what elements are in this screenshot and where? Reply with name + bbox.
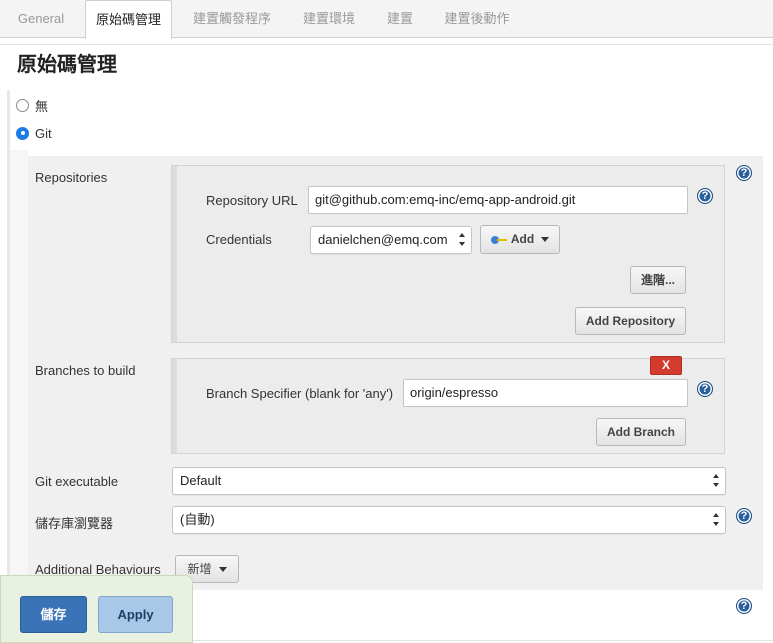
- credentials-value: danielchen@emq.com: [318, 232, 448, 247]
- radio-git[interactable]: [16, 126, 29, 140]
- tab-general[interactable]: General: [0, 0, 82, 38]
- select-arrows-icon: [713, 513, 719, 527]
- git-executable-value: Default: [180, 473, 222, 488]
- add-branch-button[interactable]: Add Branch: [596, 418, 686, 446]
- scm-option-none[interactable]: 無: [16, 95, 48, 115]
- radio-none[interactable]: [16, 98, 29, 112]
- git-executable-select[interactable]: Default: [172, 467, 726, 495]
- credentials-select[interactable]: danielchen@emq.com: [310, 226, 472, 254]
- help-icon-branch-specifier[interactable]: ?: [697, 381, 713, 397]
- tab-post-build[interactable]: 建置後動作: [434, 0, 520, 38]
- tab-bar: General 原始碼管理 建置觸發程序 建置環境 建置 建置後動作: [0, 0, 773, 39]
- branch-specifier-input[interactable]: origin/espresso: [403, 379, 688, 407]
- tab-scm[interactable]: 原始碼管理: [85, 0, 172, 39]
- bottom-strip: [193, 590, 773, 643]
- branch-box-bar: [172, 359, 177, 453]
- repo-browser-value: (自動): [180, 512, 215, 527]
- key-icon: [490, 235, 507, 244]
- help-icon-bottom[interactable]: ?: [736, 598, 752, 614]
- credentials-label: Credentials: [206, 232, 272, 247]
- repository-url-label: Repository URL: [206, 193, 298, 208]
- add-repository-button[interactable]: Add Repository: [575, 307, 686, 335]
- add-credentials-label: Add: [510, 232, 535, 246]
- bottom-divider: [193, 640, 773, 641]
- help-icon-repositories[interactable]: ?: [736, 165, 752, 181]
- help-icon-repo-browser[interactable]: ?: [736, 508, 752, 524]
- section-title: 原始碼管理: [17, 54, 117, 76]
- select-arrows-icon: [459, 233, 465, 247]
- repo-browser-label: 儲存庫瀏覽器: [35, 516, 114, 531]
- repositories-label: Repositories: [35, 170, 108, 185]
- scm-option-git[interactable]: Git: [16, 123, 52, 143]
- branches-label: Branches to build: [35, 363, 136, 378]
- add-credentials-button[interactable]: Add: [480, 225, 560, 254]
- select-arrows-icon: [713, 474, 719, 488]
- git-executable-label: Git executable: [35, 474, 119, 489]
- tab-build-triggers[interactable]: 建置觸發程序: [181, 0, 283, 38]
- tab-build-environment[interactable]: 建置環境: [293, 0, 365, 38]
- repo-browser-select[interactable]: (自動): [172, 506, 726, 534]
- add-behaviour-label: 新增: [187, 562, 212, 576]
- git-panel-gutter: [10, 150, 28, 590]
- title-divider: [0, 44, 773, 45]
- chevron-down-icon: [218, 567, 227, 573]
- radio-none-label: 無: [35, 98, 49, 114]
- help-icon-repository-url[interactable]: ?: [697, 188, 713, 204]
- tab-build[interactable]: 建置: [374, 0, 426, 38]
- radio-git-label: Git: [35, 125, 52, 141]
- apply-button[interactable]: Apply: [98, 596, 173, 633]
- advanced-button[interactable]: 進階...: [630, 266, 686, 294]
- repository-box-bar: [172, 166, 177, 342]
- chevron-down-icon: [541, 237, 550, 243]
- repository-url-input[interactable]: git@github.com:emq-inc/emq-app-android.g…: [308, 186, 688, 214]
- save-button[interactable]: 儲存: [20, 596, 87, 633]
- branch-specifier-label: Branch Specifier (blank for 'any'): [206, 386, 394, 401]
- delete-branch-button[interactable]: X: [650, 356, 682, 375]
